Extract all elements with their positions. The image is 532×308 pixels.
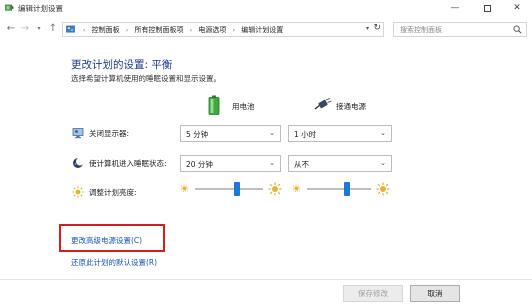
column-label-battery: 用电池: [232, 102, 255, 111]
sun-small-icon: [180, 184, 189, 193]
sleep-battery-select[interactable]: 20 分钟 ⌄: [180, 155, 281, 172]
navigation-bar: ← → ▾ ↑ › 控制面板 › 所有控制面板项 › 电源选项 › 编辑计划设置…: [0, 18, 532, 40]
display-off-plugged-value: 1 小时: [294, 130, 317, 139]
recent-locations-button[interactable]: ▾: [33, 22, 45, 36]
display-off-battery-value: 5 分钟: [186, 130, 209, 139]
maximize-button[interactable]: [472, 0, 502, 17]
display-off-plugged-select[interactable]: 1 小时 ⌄: [288, 125, 392, 142]
monitor-icon: [72, 128, 84, 139]
back-button[interactable]: ←: [5, 22, 17, 36]
window-title: 编辑计划设置: [18, 4, 63, 13]
sleep-battery-value: 20 分钟: [186, 160, 213, 169]
breadcrumb-separator: ›: [125, 27, 129, 34]
minimize-button[interactable]: —: [440, 0, 470, 17]
up-button[interactable]: ↑: [47, 22, 59, 36]
chevron-down-icon: ⌄: [269, 129, 275, 137]
chevron-down-icon: ⌄: [269, 159, 275, 167]
brightness-plugged-slider[interactable]: [292, 181, 392, 197]
breadcrumb-separator: ›: [189, 27, 193, 34]
slider-track: [307, 188, 371, 190]
display-off-battery-select[interactable]: 5 分钟 ⌄: [180, 125, 281, 142]
breadcrumb-item-edit-plan[interactable]: 编辑计划设置: [241, 26, 283, 34]
search-icon: [513, 25, 522, 34]
maximize-icon: [483, 5, 491, 12]
brightness-label: 调整计划亮度:: [89, 188, 137, 197]
title-bar: 编辑计划设置 — ✕: [0, 0, 532, 17]
breadcrumb-separator: ›: [232, 27, 236, 34]
sleep-label: 使计算机进入睡眠状态:: [89, 159, 167, 168]
page-title: 更改计划的设置: 平衡: [71, 59, 173, 71]
slider-thumb[interactable]: [343, 182, 350, 196]
sun-small-icon: [292, 184, 301, 193]
chevron-down-icon: ⌄: [380, 129, 386, 137]
sleep-plugged-value: 从不: [294, 160, 309, 169]
sun-large-icon: [376, 182, 390, 196]
sun-small-icon: [72, 186, 84, 198]
column-label-plugged-in: 接通电源: [336, 102, 366, 111]
breadcrumb: › 控制面板 › 所有控制面板项 › 电源选项 › 编辑计划设置: [79, 25, 283, 35]
control-panel-icon: [66, 25, 75, 33]
page-subtitle: 选择希望计算机使用的睡眠设置和显示设置。: [71, 74, 221, 83]
cancel-button[interactable]: 取消: [410, 285, 460, 302]
power-options-icon: [5, 4, 14, 11]
close-button[interactable]: ✕: [502, 0, 532, 17]
breadcrumb-item-power-options[interactable]: 电源选项: [198, 26, 226, 34]
save-button[interactable]: 保存修改: [343, 285, 403, 302]
address-bar[interactable]: › 控制面板 › 所有控制面板项 › 电源选项 › 编辑计划设置 ▾ ↻: [62, 22, 384, 37]
search-input[interactable]: 搜索控制面板: [393, 22, 527, 37]
breadcrumb-separator: ›: [83, 27, 86, 34]
battery-icon: [208, 95, 220, 115]
display-off-label: 关闭显示器:: [89, 129, 130, 138]
slider-track: [195, 188, 263, 190]
refresh-icon[interactable]: ↻: [373, 23, 381, 33]
forward-button[interactable]: →: [19, 22, 31, 36]
restore-defaults-link[interactable]: 还原此计划的默认设置(R): [71, 257, 157, 268]
slider-thumb[interactable]: [234, 182, 241, 196]
footer-divider: [0, 279, 532, 280]
advanced-power-settings-link[interactable]: 更改高级电源设置(C): [71, 235, 142, 246]
address-dropdown-icon[interactable]: ▾: [366, 25, 369, 32]
sleep-plugged-select[interactable]: 从不 ⌄: [288, 155, 392, 172]
breadcrumb-item-control-panel[interactable]: 控制面板: [92, 26, 120, 34]
sun-large-icon: [268, 182, 282, 196]
power-plug-icon: [314, 98, 332, 110]
brightness-battery-slider[interactable]: [180, 181, 284, 197]
breadcrumb-item-all-items[interactable]: 所有控制面板项: [135, 26, 184, 34]
chevron-down-icon: ⌄: [380, 159, 386, 167]
search-placeholder: 搜索控制面板: [400, 26, 442, 34]
moon-icon: [73, 157, 84, 168]
